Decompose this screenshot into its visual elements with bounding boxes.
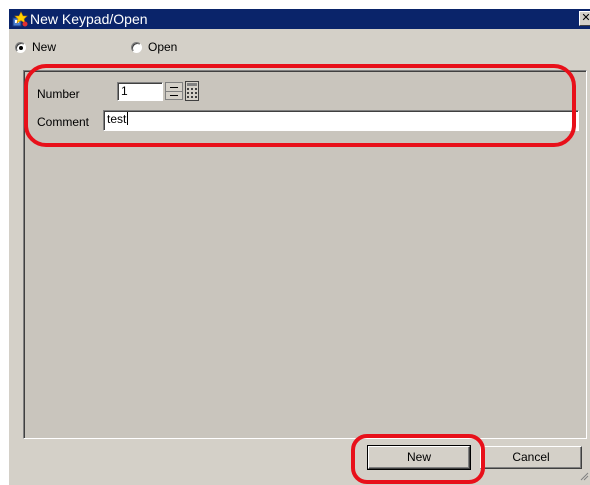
close-button[interactable]: ✕ — [579, 11, 590, 26]
radio-new-button[interactable] — [15, 41, 26, 53]
resize-grip[interactable] — [579, 470, 589, 484]
number-value: 1 — [121, 84, 128, 98]
comment-label: Comment — [37, 115, 90, 129]
number-label: Number — [37, 87, 80, 101]
number-spinner[interactable] — [165, 82, 183, 100]
spin-up-icon — [170, 87, 178, 88]
resize-grip-icon — [580, 472, 589, 481]
keypad-icon — [185, 81, 199, 101]
keypad-button[interactable] — [185, 81, 199, 101]
radio-open[interactable]: Open — [131, 40, 177, 54]
new-button[interactable]: New — [367, 445, 471, 470]
close-icon: ✕ — [581, 11, 590, 24]
window-title: New Keypad/Open — [30, 11, 148, 27]
comment-value: test — [107, 112, 127, 126]
comment-input[interactable]: test — [103, 110, 579, 131]
spin-down-icon — [170, 95, 178, 96]
cancel-button[interactable]: Cancel — [480, 446, 582, 469]
radio-new[interactable]: New — [15, 40, 56, 54]
title-bar[interactable]: New Keypad/Open ✕ — [9, 9, 590, 29]
radio-open-button[interactable] — [131, 41, 142, 53]
radio-new-label: New — [32, 40, 57, 54]
spin-up-button[interactable] — [166, 83, 182, 92]
text-caret — [127, 112, 129, 125]
radio-open-label: Open — [148, 40, 178, 54]
number-input[interactable]: 1 — [117, 82, 163, 101]
spin-down-button[interactable] — [166, 92, 182, 100]
new-keypad-open-dialog: New Keypad/Open ✕ New Open Number 1 Comm… — [8, 8, 590, 485]
app-icon — [11, 10, 29, 28]
